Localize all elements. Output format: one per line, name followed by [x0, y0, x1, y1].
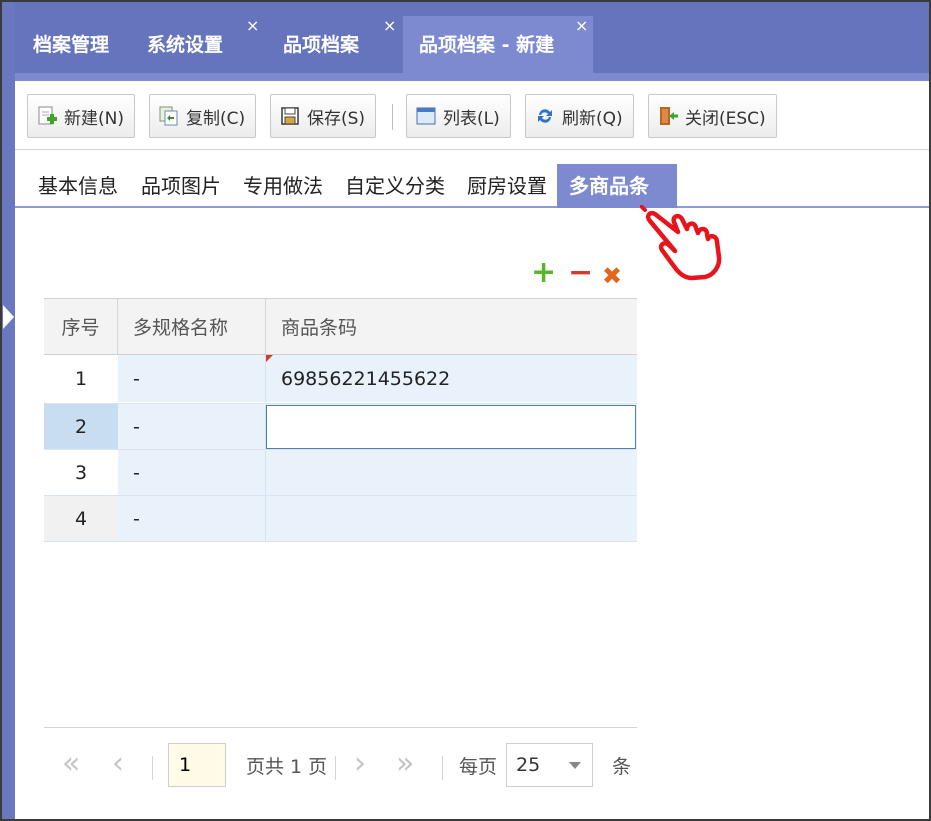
row-barcode-value: 69856221455622 — [281, 367, 451, 390]
page-size-value: 25 — [516, 754, 541, 776]
add-row-icon[interactable]: + — [531, 258, 556, 288]
toolbar-divider — [392, 104, 393, 130]
table-row[interactable]: 1 - 69856221455622 — [44, 355, 637, 402]
last-page-icon[interactable]: » — [396, 746, 414, 781]
subtab-kitchen-settings[interactable]: 厨房设置 — [467, 164, 547, 208]
tab-item-archive-new[interactable]: 品项档案 - 新建 — [403, 16, 593, 74]
row-spec-name[interactable]: - — [118, 450, 266, 495]
new-document-icon — [36, 105, 58, 127]
new-button[interactable]: 新建(N) — [27, 94, 135, 138]
tab-item-archive[interactable]: 品项档案 — [283, 16, 359, 74]
collapse-arrow-icon[interactable] — [3, 305, 14, 329]
copy-button-label: 复制(C) — [186, 108, 246, 129]
tab-system-settings[interactable]: 系统设置 — [147, 16, 223, 74]
refresh-icon — [534, 105, 556, 127]
hand-pointer-icon — [640, 205, 722, 281]
delete-icon[interactable]: ✖ — [602, 261, 622, 291]
exit-door-icon — [657, 105, 679, 127]
unit-label: 条 — [612, 756, 632, 778]
pager-divider — [152, 756, 153, 780]
previous-page-icon[interactable]: ‹ — [112, 746, 124, 781]
barcode-input[interactable] — [266, 404, 636, 449]
row-spec-name[interactable]: - — [118, 355, 266, 402]
pager-divider — [335, 756, 336, 780]
table-row[interactable]: 4 - — [44, 495, 637, 542]
refresh-button[interactable]: 刷新(Q) — [525, 94, 634, 138]
list-button[interactable]: 列表(L) — [406, 94, 511, 138]
save-floppy-icon — [279, 105, 301, 127]
row-index: 2 — [44, 404, 118, 449]
subtab-special-methods[interactable]: 专用做法 — [243, 164, 323, 208]
subtab-custom-category[interactable]: 自定义分类 — [345, 164, 445, 208]
grid-header-row: 序号 多规格名称 商品条码 — [44, 299, 637, 355]
list-window-icon — [415, 105, 437, 127]
row-barcode-cell[interactable] — [266, 450, 637, 495]
row-barcode-cell[interactable] — [266, 496, 637, 541]
subtab-multi-barcode[interactable]: 多商品条码 — [557, 164, 677, 242]
table-row[interactable]: 3 - — [44, 449, 637, 495]
subtab-basic-info[interactable]: 基本信息 — [38, 164, 118, 208]
save-button[interactable]: 保存(S) — [270, 94, 377, 138]
list-button-label: 列表(L) — [443, 108, 500, 129]
row-index: 3 — [44, 450, 118, 495]
page-number-input[interactable] — [168, 743, 226, 787]
tab-archive-management[interactable]: 档案管理 — [33, 16, 109, 74]
page-size-select[interactable]: 25 — [506, 743, 593, 787]
row-spec-name[interactable]: - — [118, 404, 266, 449]
close-button[interactable]: 关闭(ESC) — [648, 94, 777, 138]
close-button-label: 关闭(ESC) — [685, 108, 766, 129]
refresh-button-label: 刷新(Q) — [562, 108, 623, 129]
row-index: 1 — [44, 355, 118, 402]
next-page-icon[interactable]: › — [354, 746, 366, 781]
first-page-icon[interactable]: « — [62, 746, 80, 781]
row-index: 4 — [44, 496, 118, 541]
column-header-index[interactable]: 序号 — [44, 299, 118, 354]
barcode-grid: 序号 多规格名称 商品条码 1 - 69856221455622 2 - 3 -… — [44, 298, 637, 542]
row-barcode-cell[interactable] — [266, 404, 637, 449]
new-button-label: 新建(N) — [64, 108, 124, 129]
tab-label: 系统设置 — [147, 34, 224, 56]
pager-divider — [442, 756, 443, 780]
tab-item-archive-close-icon[interactable]: × — [383, 18, 396, 34]
table-row[interactable]: 2 - — [44, 403, 637, 449]
copy-icon — [158, 105, 180, 127]
tab-item-archive-new-close-icon[interactable]: × — [575, 18, 588, 34]
tab-label: 档案管理 — [33, 34, 110, 56]
page-total-text: 页共 1 页 — [246, 756, 328, 778]
save-button-label: 保存(S) — [307, 108, 366, 129]
remove-row-icon[interactable]: − — [568, 258, 593, 288]
tab-bar-underline — [15, 73, 929, 81]
chevron-down-icon[interactable] — [569, 762, 581, 769]
tab-system-settings-close-icon[interactable]: × — [246, 18, 259, 34]
pager: « ‹ 页共 1 页 › » 每页 25 条 — [44, 727, 637, 807]
row-barcode-cell[interactable]: 69856221455622 — [266, 355, 637, 402]
row-spec-name[interactable]: - — [118, 496, 266, 541]
per-page-label: 每页 — [459, 756, 498, 778]
tab-label: 品项档案 — [283, 34, 360, 56]
subtab-item-images[interactable]: 品项图片 — [141, 164, 221, 208]
dirty-cell-marker — [266, 355, 273, 362]
tab-label: 品项档案 - 新建 — [419, 34, 555, 56]
left-collapse-strip[interactable] — [2, 2, 15, 819]
copy-button[interactable]: 复制(C) — [149, 94, 257, 138]
column-header-spec-name[interactable]: 多规格名称 — [118, 299, 266, 354]
column-header-barcode[interactable]: 商品条码 — [266, 299, 637, 354]
